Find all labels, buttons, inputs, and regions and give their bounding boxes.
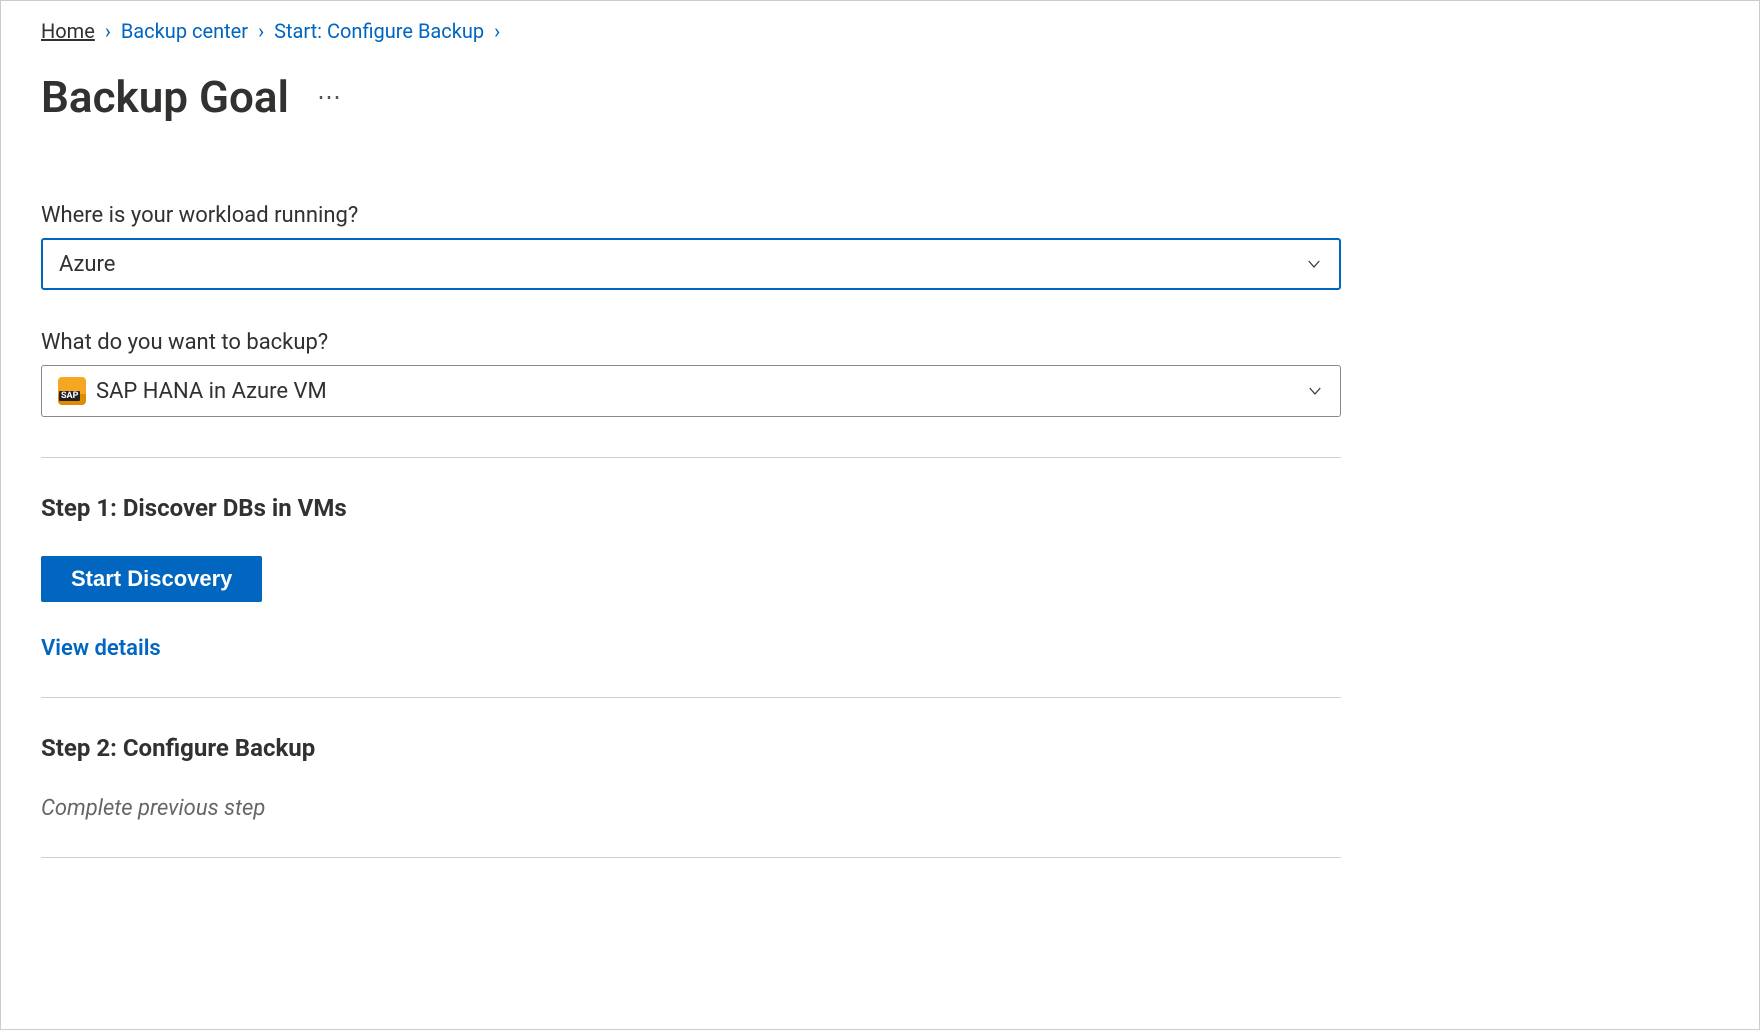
step2-title: Step 2: Configure Backup xyxy=(41,734,1341,762)
backup-what-label: What do you want to backup? xyxy=(41,330,1341,355)
sap-hana-icon xyxy=(58,377,86,405)
workload-running-select[interactable]: Azure xyxy=(41,238,1341,290)
start-discovery-button[interactable]: Start Discovery xyxy=(41,556,262,602)
divider xyxy=(41,457,1341,458)
backup-what-select[interactable]: SAP HANA in Azure VM xyxy=(41,365,1341,417)
backup-what-value: SAP HANA in Azure VM xyxy=(96,379,327,404)
breadcrumb-home[interactable]: Home xyxy=(41,19,95,43)
breadcrumb-start-configure[interactable]: Start: Configure Backup xyxy=(274,19,484,43)
step2-message: Complete previous step xyxy=(41,796,1341,821)
view-details-link[interactable]: View details xyxy=(41,636,161,661)
chevron-down-icon xyxy=(1306,382,1324,400)
chevron-right-icon: › xyxy=(258,19,264,43)
workload-running-value: Azure xyxy=(59,252,115,277)
page-title: Backup Goal xyxy=(41,71,289,123)
divider xyxy=(41,697,1341,698)
breadcrumb-backup-center[interactable]: Backup center xyxy=(121,19,248,43)
step1-title: Step 1: Discover DBs in VMs xyxy=(41,494,1341,522)
workload-running-label: Where is your workload running? xyxy=(41,203,1341,228)
chevron-right-icon: › xyxy=(494,19,500,43)
more-icon[interactable]: ⋯ xyxy=(317,83,342,111)
divider xyxy=(41,857,1341,858)
breadcrumb: Home › Backup center › Start: Configure … xyxy=(41,19,1719,43)
chevron-down-icon xyxy=(1305,255,1323,273)
chevron-right-icon: › xyxy=(105,19,111,43)
